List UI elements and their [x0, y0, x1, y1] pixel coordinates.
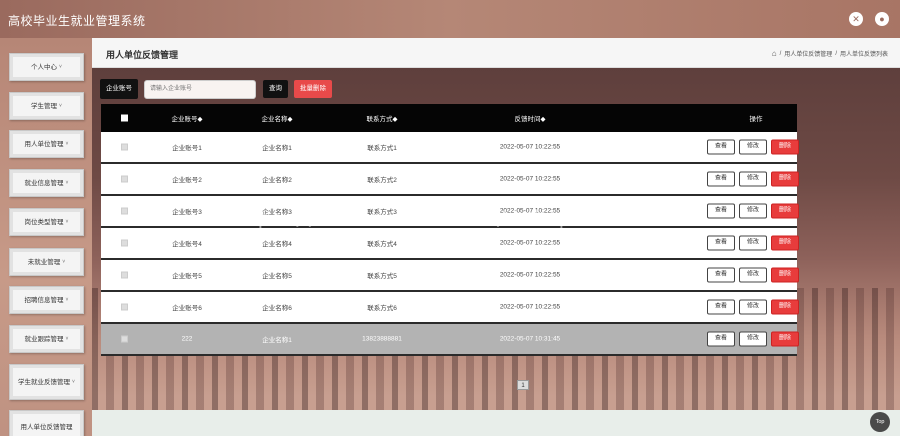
view-button[interactable]: 查看: [707, 331, 735, 347]
page-title: 用人单位反馈管理: [106, 50, 179, 60]
search-input[interactable]: [144, 79, 256, 99]
sidebar-item-tracking[interactable]: 就业跟踪管理 ˅: [9, 325, 84, 353]
row-actions: 查看 修改 删除: [707, 267, 799, 283]
row-actions: 查看 修改 删除: [707, 331, 799, 347]
chevron-down-icon: ˅: [65, 296, 69, 303]
chevron-down-icon: ˅: [65, 335, 69, 342]
breadcrumb-item: 用人单位反馈列表: [839, 52, 888, 58]
sidebar-item-recruitment[interactable]: 招聘信息管理 ˅: [9, 286, 84, 314]
edit-button[interactable]: 修改: [739, 139, 767, 155]
delete-button[interactable]: 删除: [771, 331, 799, 347]
view-button[interactable]: 查看: [707, 139, 735, 155]
row-checkbox[interactable]: [121, 303, 128, 311]
column-header[interactable]: 企业账号◆: [172, 113, 203, 123]
edit-button[interactable]: 修改: [739, 235, 767, 251]
sidebar: 个人中心 ˅ 学生管理 ˅ 用人单位管理 ˅ 就业信息管理 ˅ 岗位类型管理 ˅ 未就业管…: [0, 38, 92, 436]
view-button[interactable]: 查看: [707, 203, 735, 219]
search-bar: 企业账号 查询 批量删除: [100, 79, 332, 99]
breadcrumb-item[interactable]: 用人单位反馈管理: [784, 49, 832, 58]
row-actions: 查看 修改 删除: [707, 203, 799, 219]
column-header[interactable]: 联系方式◆: [367, 113, 398, 123]
table-row: 企业账号6 企业名称6 联系方式6 2022-05-07 10:22:55 查看…: [101, 292, 799, 324]
chevron-down-icon: ˅: [59, 102, 62, 109]
sidebar-item-employment-info[interactable]: 就业信息管理 ˅: [9, 169, 84, 197]
row-actions: 查看 修改 删除: [707, 235, 799, 251]
delete-button[interactable]: 删除: [771, 171, 799, 187]
row-checkbox[interactable]: [121, 175, 128, 183]
sidebar-item-personal-center[interactable]: 个人中心 ˅: [9, 53, 84, 81]
sidebar-item-students[interactable]: 学生管理 ˅: [9, 92, 84, 120]
edit-button[interactable]: 修改: [739, 331, 767, 347]
sidebar-item-student-feedback[interactable]: 学生就业反馈管理 ˅: [9, 364, 84, 400]
table-row: 企业账号3 企业名称3 联系方式3 2022-05-07 10:22:55 查看…: [101, 196, 799, 228]
sidebar-item-job-types[interactable]: 岗位类型管理 ˅: [9, 208, 84, 236]
edit-button[interactable]: 修改: [739, 171, 767, 187]
edit-button[interactable]: 修改: [739, 203, 767, 219]
table-row: 企业账号2 企业名称2 联系方式2 2022-05-07 10:22:55 查看…: [101, 164, 799, 196]
view-button[interactable]: 查看: [707, 267, 735, 283]
delete-button[interactable]: 删除: [771, 267, 799, 283]
row-actions: 查看 修改 删除: [707, 171, 799, 187]
top-header: 高校毕业生就业管理系统 ✕ ●: [0, 0, 900, 38]
chevron-down-icon: ˅: [65, 218, 69, 225]
select-all-checkbox[interactable]: [121, 114, 128, 122]
chevron-down-icon: ˅: [62, 258, 66, 265]
page-header: 用人单位反馈管理 ⌂ / 用人单位反馈管理 / 用人单位反馈列表: [92, 38, 900, 68]
edit-button[interactable]: 修改: [739, 267, 767, 283]
delete-button[interactable]: 删除: [771, 299, 799, 315]
view-button[interactable]: 查看: [707, 171, 735, 187]
batch-delete-button[interactable]: 批量删除: [294, 80, 332, 98]
row-checkbox[interactable]: [121, 335, 128, 343]
view-button[interactable]: 查看: [707, 299, 735, 315]
table-row: 企业账号5 企业名称5 联系方式5 2022-05-07 10:22:55 查看…: [101, 260, 799, 292]
row-checkbox[interactable]: [121, 143, 128, 151]
delete-button[interactable]: 删除: [771, 139, 799, 155]
search-label: 企业账号: [100, 79, 138, 99]
breadcrumb: ⌂ / 用人单位反馈管理 / 用人单位反馈列表: [771, 49, 888, 58]
footer-strip: [92, 410, 900, 436]
sidebar-item-unemployed[interactable]: 未就业管理 ˅: [9, 248, 84, 276]
delete-button[interactable]: 删除: [771, 235, 799, 251]
row-checkbox[interactable]: [121, 207, 128, 215]
row-actions: 查看 修改 删除: [707, 299, 799, 315]
user-icon[interactable]: ●: [875, 12, 889, 26]
table-row: 企业账号1 企业名称1 联系方式1 2022-05-07 10:22:55 查看…: [101, 132, 799, 164]
chevron-down-icon: ˅: [65, 140, 69, 147]
row-actions: 查看 修改 删除: [707, 139, 799, 155]
table-row: 222 企业名称1 13823888881 2022-05-07 10:31:4…: [101, 324, 799, 356]
delete-button[interactable]: 删除: [771, 203, 799, 219]
row-checkbox[interactable]: [121, 271, 128, 279]
column-header[interactable]: 反馈时间◆: [515, 113, 546, 123]
back-to-top-button[interactable]: Top: [870, 412, 890, 432]
app-title: 高校毕业生就业管理系统: [8, 14, 146, 28]
pagination-page[interactable]: 1: [517, 380, 529, 390]
chevron-down-icon: ˅: [72, 378, 75, 385]
column-header: 操作: [749, 116, 763, 123]
search-button[interactable]: 查询: [263, 80, 288, 98]
home-icon[interactable]: ⌂: [772, 49, 777, 58]
chevron-down-icon: ˅: [59, 63, 62, 70]
edit-button[interactable]: 修改: [739, 299, 767, 315]
sidebar-item-employer-feedback[interactable]: 用人单位反馈管理: [9, 410, 84, 436]
view-button[interactable]: 查看: [707, 235, 735, 251]
table-header: 企业账号◆ 企业名称◆ 联系方式◆ 反馈时间◆ 操作: [101, 104, 797, 132]
chevron-down-icon: ˅: [65, 179, 69, 186]
tools-icon[interactable]: ✕: [849, 12, 863, 26]
row-checkbox[interactable]: [121, 239, 128, 247]
main-content: 用人单位反馈管理 ⌂ / 用人单位反馈管理 / 用人单位反馈列表 企业账号 查询…: [92, 38, 900, 436]
sidebar-item-employers[interactable]: 用人单位管理 ˅: [9, 130, 84, 158]
feedback-table: 企业账号◆ 企业名称◆ 联系方式◆ 反馈时间◆ 操作 企业账号1 企业名称1 联…: [101, 104, 799, 356]
table-row: 企业账号4 企业名称4 联系方式4 2022-05-07 10:22:55 查看…: [101, 228, 799, 260]
column-header[interactable]: 企业名称◆: [262, 113, 293, 123]
